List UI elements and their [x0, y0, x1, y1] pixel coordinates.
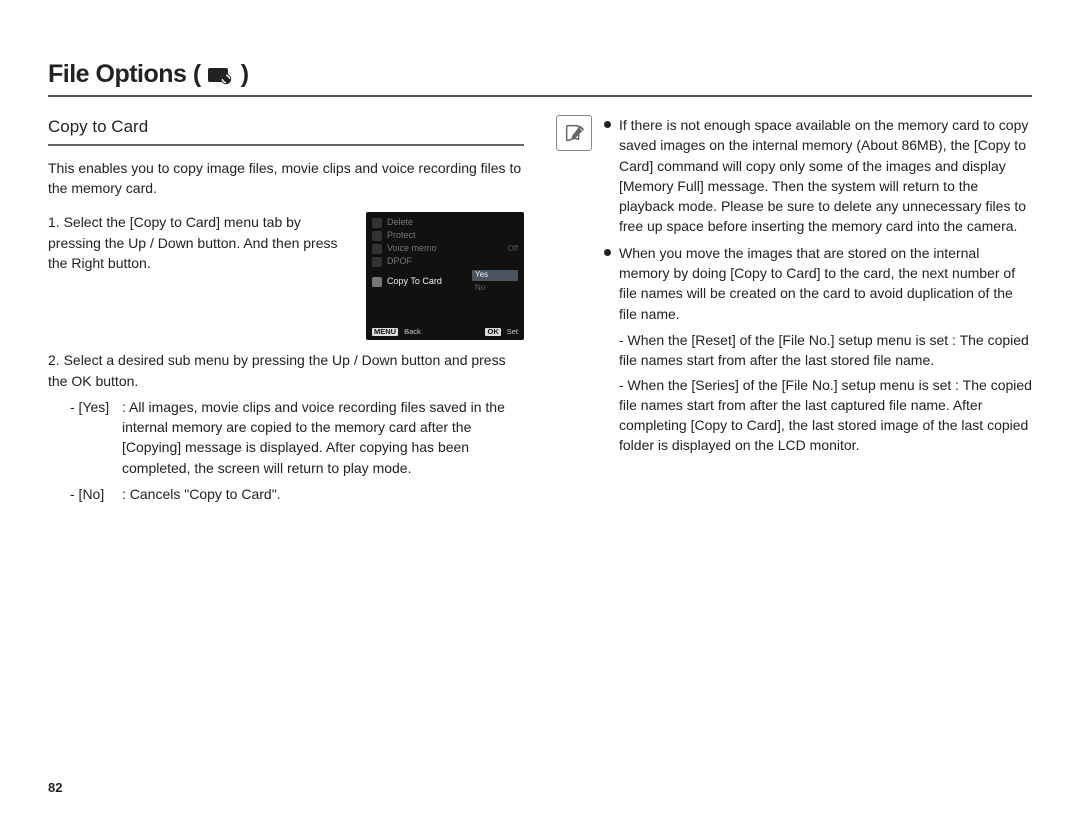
menu-item-protect: Protect: [372, 231, 518, 241]
option-no: No: [472, 283, 518, 294]
note-2-text: When you move the images that are stored…: [619, 245, 1015, 322]
page-number: 82: [48, 780, 62, 795]
columns: Copy to Card This enables you to copy im…: [48, 115, 1032, 514]
page-title-open: (: [193, 60, 201, 88]
page-title-text: File Options: [48, 60, 186, 88]
note-1: If there is not enough space available o…: [604, 115, 1032, 237]
option-no-key: - [No]: [70, 484, 122, 504]
camera-menu-screenshot: Delete Protect Voice memoOff DPOF Copy T…: [366, 212, 524, 340]
step-1-text: 1. Select the [Copy to Card] menu tab by…: [48, 212, 352, 273]
bullet-icon: [604, 249, 611, 256]
menu-item-delete: Delete: [372, 218, 518, 228]
subnotes-list: - When the [Reset] of the [File No.] set…: [619, 330, 1032, 456]
camera-footer: MENU Back OK Set: [372, 328, 518, 336]
subnote-1: - When the [Reset] of the [File No.] set…: [619, 330, 1032, 371]
option-yes-desc: : All images, movie clips and voice reco…: [122, 397, 524, 478]
step-2: 2. Select a desired sub menu by pressing…: [48, 350, 524, 504]
option-yes: Yes: [472, 270, 518, 281]
step-2-options: - [Yes] : All images, movie clips and vo…: [70, 397, 524, 504]
menu-badge: MENU: [372, 328, 398, 336]
file-options-icon: [207, 65, 235, 85]
page-title-close: ): [241, 60, 249, 89]
note-2: When you move the images that are stored…: [604, 243, 1032, 460]
section-heading: Copy to Card: [48, 115, 524, 146]
menu-item-voice-memo: Voice memoOff: [372, 244, 518, 254]
page: File Options ( ) Copy to Card This enabl…: [0, 0, 1080, 815]
steps-list: 1. Select the [Copy to Card] menu tab by…: [48, 212, 524, 504]
intro-text: This enables you to copy image files, mo…: [48, 158, 524, 199]
subnote-2: - When the [Series] of the [File No.] se…: [619, 375, 1032, 456]
option-no-desc: : Cancels "Copy to Card".: [122, 484, 281, 504]
option-no-row: - [No] : Cancels "Copy to Card".: [70, 484, 524, 504]
option-yes-key: - [Yes]: [70, 397, 122, 478]
note-box: If there is not enough space available o…: [556, 115, 1032, 466]
right-column: If there is not enough space available o…: [556, 115, 1032, 514]
option-yes-row: - [Yes] : All images, movie clips and vo…: [70, 397, 524, 478]
notes-list: If there is not enough space available o…: [604, 115, 1032, 466]
step-1: 1. Select the [Copy to Card] menu tab by…: [48, 212, 524, 340]
menu-item-dpof: DPOF: [372, 257, 518, 267]
menu-item-copy-to-card: Copy To Card Yes No: [372, 270, 518, 294]
page-title: File Options (: [48, 60, 201, 89]
step-2-text: 2. Select a desired sub menu by pressing…: [48, 350, 524, 391]
page-title-row: File Options ( ): [48, 60, 1032, 97]
back-label: Back: [404, 328, 421, 336]
ok-badge: OK: [485, 328, 500, 336]
note-icon: [556, 115, 592, 151]
bullet-icon: [604, 121, 611, 128]
note-1-text: If there is not enough space available o…: [619, 115, 1032, 237]
yes-no-popup: Yes No: [472, 270, 518, 294]
left-column: Copy to Card This enables you to copy im…: [48, 115, 524, 514]
set-label: Set: [507, 328, 518, 336]
